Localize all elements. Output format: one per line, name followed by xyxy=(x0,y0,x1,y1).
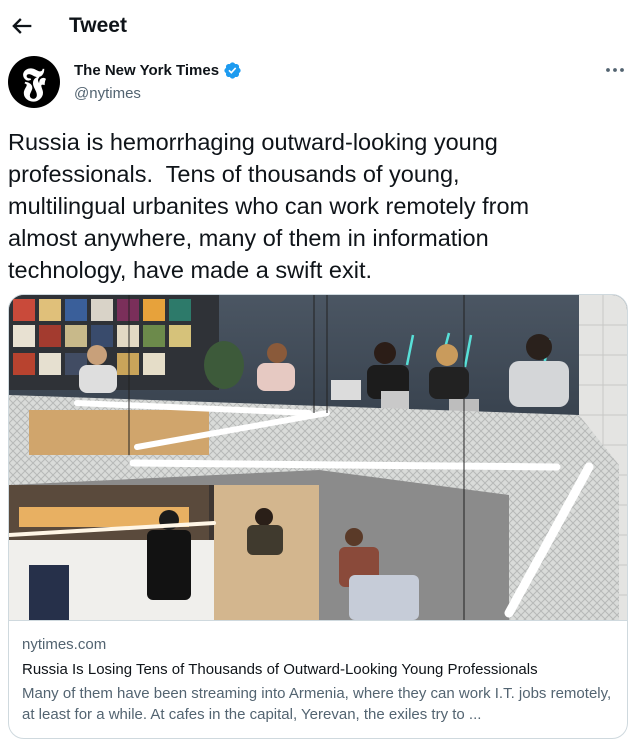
arrow-left-icon xyxy=(12,18,32,34)
more-options-button[interactable] xyxy=(602,60,628,80)
top-bar: Tweet xyxy=(0,0,640,52)
card-image[interactable] xyxy=(9,295,627,620)
verified-badge-icon xyxy=(224,62,241,79)
back-button[interactable] xyxy=(8,12,36,40)
author-name-row: The New York Times xyxy=(74,61,242,80)
card-description: Many of them have been streaming into Ar… xyxy=(22,685,612,723)
cafe-photo xyxy=(9,295,627,620)
avatar[interactable]: 𝕱 xyxy=(8,56,60,108)
card-body[interactable]: nytimes.com Russia Is Losing Tens of Tho… xyxy=(9,620,627,738)
tweet-text: Russia is hemorrhaging outward-looking y… xyxy=(8,129,530,283)
tweet-author: 𝕱 The New York Times @nytimes xyxy=(8,56,628,112)
card-domain: nytimes.com xyxy=(22,636,107,653)
more-icon xyxy=(606,68,624,72)
page-title: Tweet xyxy=(69,14,127,37)
link-card[interactable]: nytimes.com Russia Is Losing Tens of Tho… xyxy=(8,294,628,739)
author-name[interactable]: The New York Times xyxy=(74,61,219,80)
author-handle[interactable]: @nytimes xyxy=(74,84,141,103)
card-title: Russia Is Losing Tens of Thousands of Ou… xyxy=(22,661,538,678)
